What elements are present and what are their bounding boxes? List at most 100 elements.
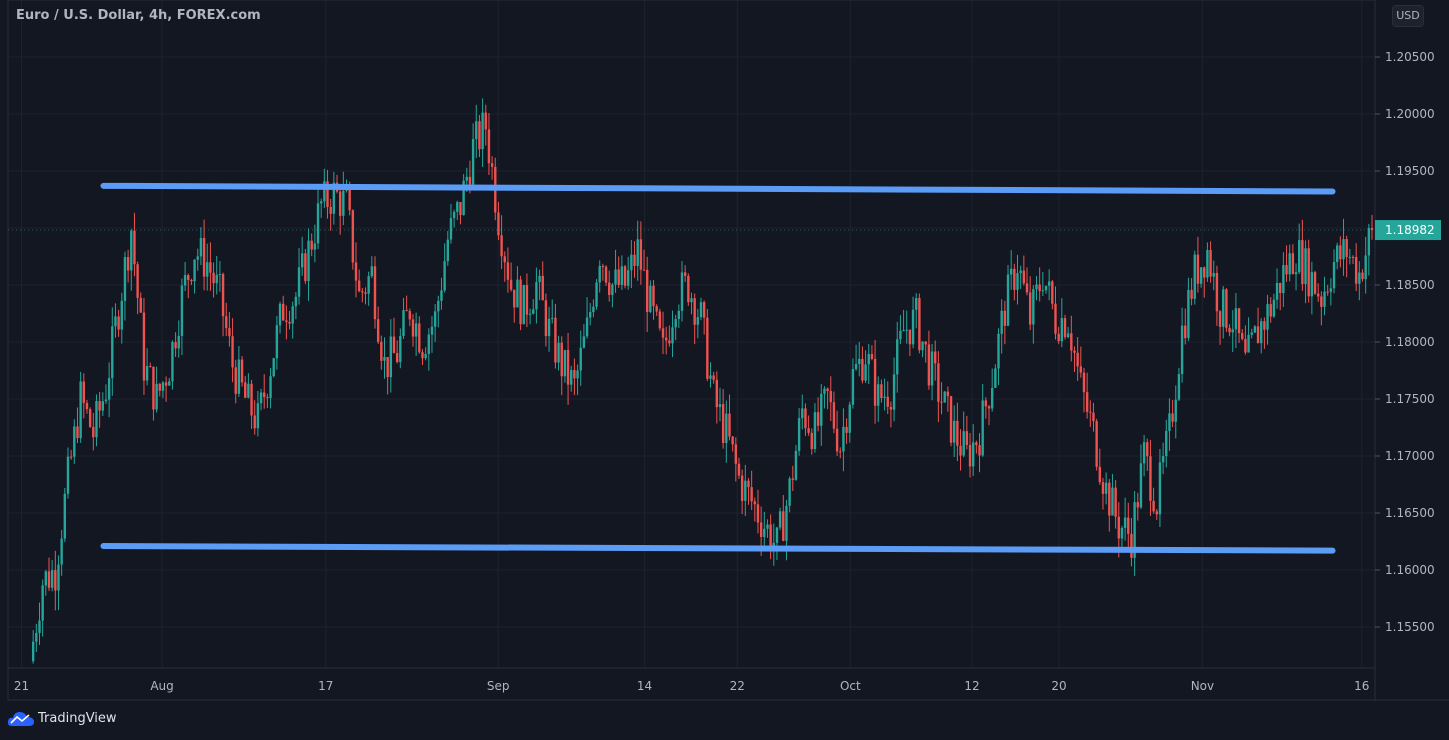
candle-body: [943, 391, 946, 403]
candle-body: [468, 176, 472, 185]
candle-body: [1222, 289, 1225, 327]
plot-area[interactable]: [7, 0, 1376, 669]
candle-body: [1190, 289, 1193, 299]
candle-body: [864, 364, 867, 381]
brand-label: TradingView: [38, 710, 117, 726]
price-chart[interactable]: 1.15500 1.16000 1.16500 1.17000 1.17500 1.180…: [0, 0, 1449, 740]
candle-body: [1120, 527, 1124, 539]
candle-body: [1196, 254, 1200, 284]
x-tick-label: 12: [964, 679, 979, 693]
candle-body: [313, 243, 317, 250]
candle-body: [1247, 334, 1250, 353]
candle-body: [1301, 240, 1304, 285]
candle-body: [940, 401, 943, 403]
candle-body: [946, 391, 950, 397]
candle-body: [905, 329, 908, 331]
candle-body: [430, 326, 434, 335]
candle-body: [883, 396, 886, 399]
candle-body: [1209, 249, 1212, 277]
candle-body: [329, 206, 332, 214]
candle-body: [1367, 228, 1371, 256]
candle-body: [253, 415, 256, 429]
candle-body: [987, 406, 991, 409]
candle-body: [642, 269, 646, 271]
candle-body: [1152, 500, 1155, 512]
candle-body: [1032, 289, 1035, 325]
candle-body: [206, 262, 209, 277]
candle-body: [797, 418, 801, 451]
candle-body: [490, 163, 494, 167]
candle-body: [608, 282, 611, 295]
tradingview-logo[interactable]: TradingView: [7, 709, 117, 727]
candle-body: [1054, 303, 1057, 334]
candle-body: [1313, 272, 1317, 294]
candle-body: [1326, 291, 1329, 293]
candle-body: [424, 353, 427, 359]
candle-body: [1364, 255, 1367, 280]
candle-body: [820, 393, 823, 426]
candle-body: [782, 511, 785, 541]
y-tick-label: 1.18000: [1385, 335, 1435, 349]
candle-body: [731, 436, 734, 445]
candle-body: [266, 397, 269, 399]
candle-body: [1070, 333, 1073, 351]
candle-body: [1275, 283, 1279, 300]
candle-body: [1044, 285, 1048, 291]
candle-body: [187, 275, 190, 281]
candle-body: [1332, 262, 1336, 289]
candle-body: [304, 253, 307, 282]
candle-body: [380, 341, 383, 361]
candle-body: [348, 188, 351, 211]
candle-body: [310, 240, 313, 250]
candle-body: [794, 450, 798, 480]
candle-body: [1244, 338, 1247, 353]
candle-body: [1047, 281, 1051, 286]
candle-body: [734, 444, 738, 464]
candle-body: [1225, 289, 1228, 328]
candle-body: [47, 571, 51, 588]
candle-body: [1335, 245, 1339, 263]
candle-body: [1187, 289, 1190, 339]
candle-body: [911, 309, 915, 345]
candle-body: [212, 272, 215, 284]
candle-body: [845, 426, 848, 433]
candle-body: [237, 359, 241, 394]
candle-body: [244, 382, 247, 398]
candle-body: [414, 323, 418, 337]
candle-body: [801, 408, 804, 419]
candle-body: [547, 318, 551, 337]
candle-body: [465, 176, 468, 181]
candle-body: [231, 336, 234, 368]
candle-body: [829, 391, 832, 403]
x-tick-label: 20: [1051, 679, 1066, 693]
candle-body: [696, 317, 700, 325]
candle-body: [60, 538, 63, 565]
candle-body: [826, 388, 829, 392]
candle-body: [193, 259, 196, 282]
candle-body: [1006, 274, 1010, 326]
candle-body: [440, 290, 443, 301]
candle-body: [1130, 533, 1133, 558]
candle-body: [149, 366, 152, 368]
y-tick-label: 1.20000: [1385, 107, 1435, 121]
candle-body: [934, 351, 937, 364]
candle-body: [1298, 240, 1301, 273]
candle-body: [759, 522, 763, 537]
candle-body: [449, 218, 453, 240]
candle-body: [867, 354, 870, 365]
candle-body: [376, 319, 380, 342]
candle-body: [1051, 281, 1054, 304]
x-tick-label: Oct: [840, 679, 861, 693]
candle-body: [604, 266, 608, 283]
currency-button[interactable]: USD: [1392, 5, 1424, 27]
candle-body: [202, 237, 206, 277]
candle-body: [1158, 462, 1162, 515]
candle-body: [354, 262, 358, 281]
price-axis[interactable]: [1375, 0, 1449, 700]
candle-body: [1253, 326, 1257, 333]
candle-body: [82, 381, 86, 403]
candle-body: [560, 342, 563, 377]
candle-body: [433, 311, 437, 327]
candle-body: [683, 272, 687, 276]
x-tick-label: 22: [730, 679, 745, 693]
